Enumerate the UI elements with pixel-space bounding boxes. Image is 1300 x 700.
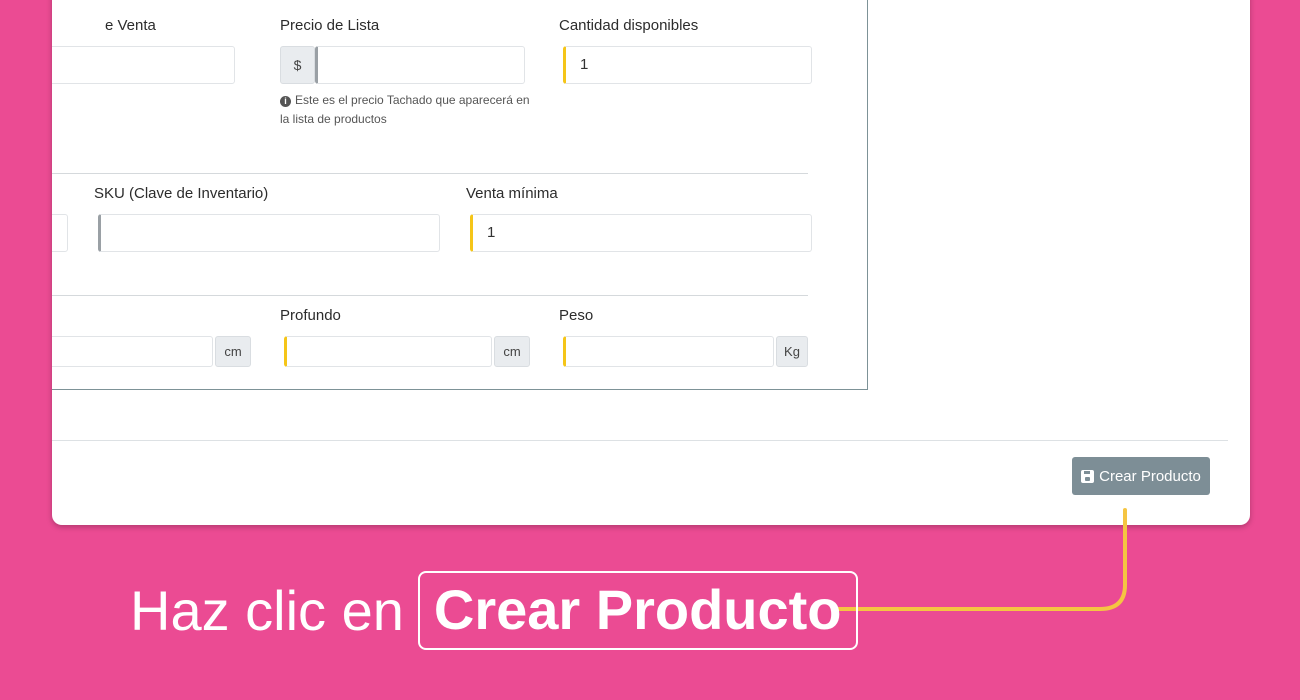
depth-input[interactable] xyxy=(284,336,492,367)
weight-label: Peso xyxy=(559,307,594,324)
quantity-label: Cantidad disponibles xyxy=(559,17,699,34)
footer-divider xyxy=(52,440,1228,441)
instruction-caption: Haz clic en Crear Producto xyxy=(130,560,858,660)
weight-input[interactable] xyxy=(563,336,774,367)
create-product-label: Crear Producto xyxy=(1099,467,1201,485)
caption-highlight: Crear Producto xyxy=(417,570,858,650)
sku-label: SKU (Clave de Inventario) xyxy=(94,185,269,202)
sku-input[interactable] xyxy=(98,214,440,252)
list-price-input[interactable] xyxy=(315,46,525,84)
dimension-input[interactable] xyxy=(52,336,213,367)
product-form-card: e Venta Precio de Lista $ i Este es el pr… xyxy=(52,0,1250,525)
sale-price-input[interactable] xyxy=(52,46,235,84)
form-panel: e Venta Precio de Lista $ i Este es el pr… xyxy=(52,0,868,390)
list-price-help: i Este es el precio Tachado que aparecerá… xyxy=(280,91,535,129)
currency-addon: $ xyxy=(280,46,315,84)
list-price-label: Precio de Lista xyxy=(280,17,380,34)
cm-addon: cm xyxy=(494,336,530,367)
save-icon xyxy=(1081,469,1095,483)
create-product-button[interactable]: Crear Producto xyxy=(1072,457,1210,495)
cm-addon: cm xyxy=(215,336,251,367)
min-sale-label: Venta mínima xyxy=(466,185,558,202)
divider xyxy=(52,295,808,296)
caption-lead: Haz clic en xyxy=(130,578,404,642)
min-sale-input[interactable]: 1 xyxy=(470,214,812,252)
sale-price-label: e Venta xyxy=(105,17,156,34)
kg-addon: Kg xyxy=(776,336,808,367)
info-icon: i xyxy=(280,96,291,107)
divider xyxy=(52,173,808,174)
list-price-help-text: Este es el precio Tachado que aparecerá … xyxy=(280,93,530,126)
partial-input[interactable] xyxy=(52,214,68,252)
quantity-input[interactable]: 1 xyxy=(563,46,812,84)
depth-label: Profundo xyxy=(280,307,341,324)
